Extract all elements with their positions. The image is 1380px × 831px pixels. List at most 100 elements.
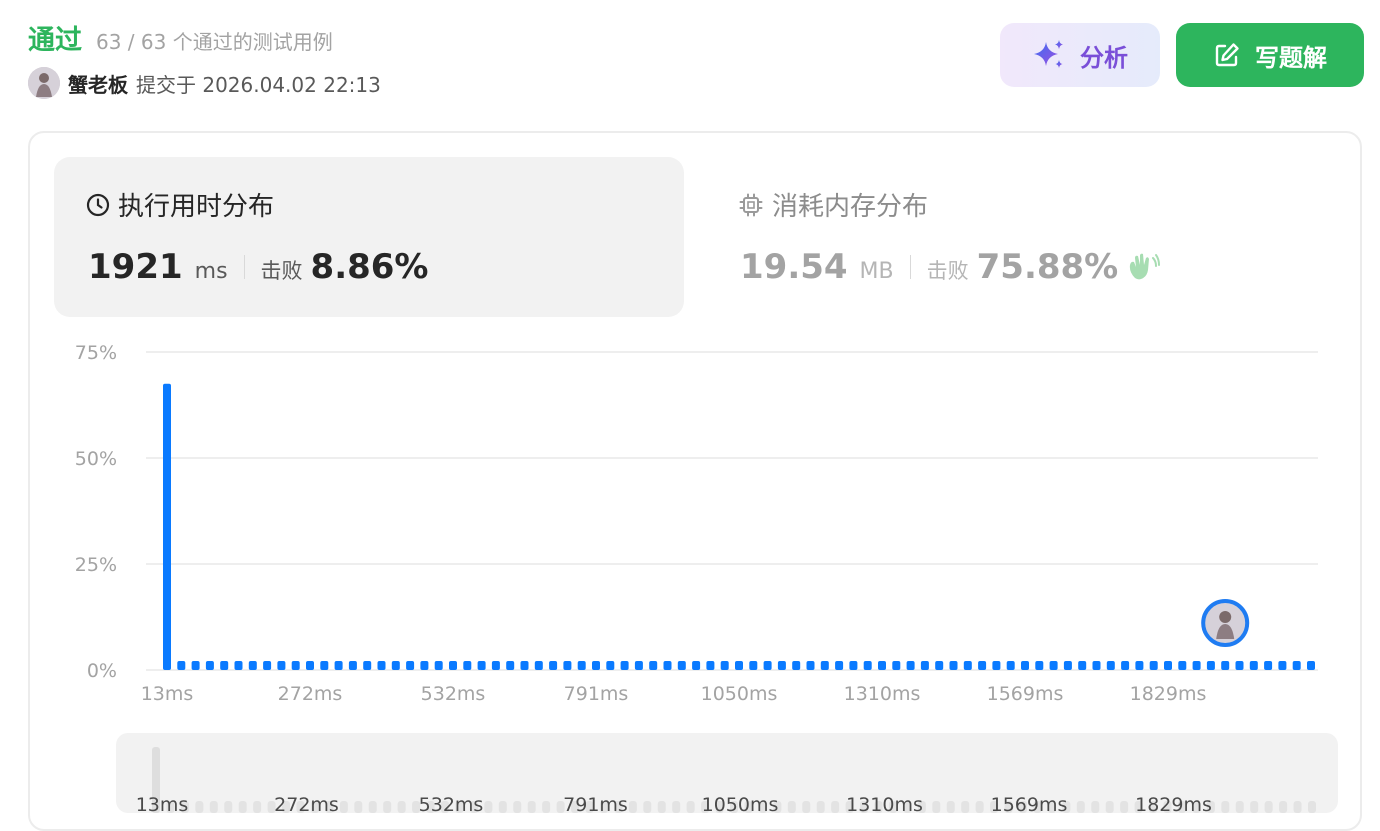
histogram-bar bbox=[263, 661, 272, 670]
histogram-bar bbox=[1164, 661, 1172, 670]
histogram-bar bbox=[191, 661, 200, 670]
mini-bar bbox=[1091, 801, 1100, 813]
memory-title-text: 消耗内存分布 bbox=[772, 192, 929, 222]
mini-bar bbox=[686, 801, 695, 813]
runtime-value: 1921 bbox=[88, 247, 183, 287]
histogram-bar bbox=[634, 661, 643, 670]
mini-bar bbox=[339, 801, 348, 813]
histogram-bar bbox=[1206, 661, 1215, 670]
histogram-bar bbox=[1135, 661, 1144, 670]
analyze-button[interactable]: 分析 bbox=[1000, 23, 1160, 87]
mini-bar bbox=[1264, 801, 1273, 813]
runtime-title-text: 执行用时分布 bbox=[118, 192, 275, 222]
x-tick-label: 1829ms bbox=[1130, 683, 1207, 705]
mini-x-tick-label: 13ms bbox=[136, 794, 189, 813]
mini-bar bbox=[195, 801, 204, 813]
mini-x-tick-label: 1310ms bbox=[846, 794, 923, 813]
histogram-bar bbox=[949, 661, 958, 670]
histogram-bar bbox=[906, 661, 915, 670]
histogram-bar bbox=[1063, 661, 1072, 670]
mini-bar bbox=[484, 801, 493, 813]
histogram-bar bbox=[348, 661, 357, 670]
runtime-stats: 1921 ms 击败 8.86% bbox=[88, 247, 429, 287]
mini-bar bbox=[816, 801, 825, 813]
y-tick-label: 75% bbox=[75, 342, 117, 364]
mini-bar bbox=[628, 801, 637, 813]
mini-bar bbox=[975, 801, 984, 813]
histogram-bar bbox=[792, 661, 801, 670]
clock-icon bbox=[86, 193, 110, 216]
mini-bar bbox=[657, 801, 666, 813]
mini-x-tick-label: 1829ms bbox=[1135, 794, 1212, 813]
mini-bar bbox=[209, 801, 218, 813]
mini-bar bbox=[932, 801, 941, 813]
histogram-bar bbox=[992, 661, 1001, 670]
histogram-bar bbox=[735, 661, 743, 670]
sparkle-icon bbox=[1034, 40, 1063, 68]
user-avatar-head bbox=[1219, 611, 1232, 623]
x-tick-label: 532ms bbox=[421, 683, 486, 705]
runtime-panel[interactable] bbox=[54, 157, 684, 317]
histogram-bar bbox=[1178, 661, 1187, 670]
histogram-bar bbox=[677, 661, 686, 670]
runtime-beat: 8.86% bbox=[310, 247, 429, 287]
histogram-bar bbox=[491, 661, 500, 670]
mini-bar bbox=[1308, 801, 1316, 813]
histogram-bar bbox=[334, 661, 343, 670]
histogram-bar bbox=[1235, 661, 1244, 670]
mini-bar bbox=[224, 801, 233, 813]
histogram-bar bbox=[220, 661, 229, 670]
histogram-bar bbox=[820, 661, 829, 670]
range-slider[interactable]: 13ms 272ms 532ms 791ms 1050ms 1310ms 1569ms 182… bbox=[116, 733, 1338, 813]
mini-bar bbox=[831, 801, 840, 813]
mini-bar bbox=[498, 801, 507, 813]
histogram-bar bbox=[534, 661, 543, 670]
histogram-bar bbox=[963, 661, 972, 670]
memory-title[interactable]: 消耗内存分布 bbox=[738, 186, 928, 223]
memory-unit: MB bbox=[859, 259, 894, 284]
write-solution-button[interactable]: 写题解 bbox=[1176, 23, 1364, 87]
histogram-bar bbox=[563, 661, 572, 670]
mini-bar bbox=[1105, 801, 1114, 813]
x-tick-label: 791ms bbox=[564, 683, 629, 705]
runtime-distribution-chart[interactable]: 75% 50% 25% 0% 13ms 272ms 532ms 791ms 1050ms 1310… bbox=[0, 330, 1380, 720]
histogram-bar bbox=[663, 661, 672, 670]
memory-value: 19.54 bbox=[740, 247, 848, 287]
histogram-bar bbox=[1121, 661, 1130, 670]
histogram-bar bbox=[363, 661, 372, 670]
x-tick-label: 272ms bbox=[278, 683, 343, 705]
histogram-bar bbox=[749, 661, 758, 670]
mini-bar bbox=[253, 801, 262, 813]
mini-bar bbox=[1235, 801, 1244, 813]
status-accepted: 通过 bbox=[28, 25, 82, 56]
histogram-bar bbox=[177, 661, 186, 670]
status-header: 通过 63 / 63 个通过的测试用例 bbox=[28, 18, 333, 57]
x-tick-label: 1310ms bbox=[844, 683, 921, 705]
histogram-bar bbox=[577, 661, 586, 670]
memory-beat-label: 击败 bbox=[926, 259, 969, 283]
mini-bar bbox=[1250, 801, 1259, 813]
histogram-bar bbox=[849, 661, 858, 670]
histogram-bar bbox=[377, 661, 386, 670]
histogram-bar bbox=[620, 661, 629, 670]
mini-bar bbox=[802, 801, 811, 813]
x-tick-label: 13ms bbox=[141, 683, 194, 705]
mini-bar bbox=[672, 801, 681, 813]
histogram-bar bbox=[234, 661, 243, 670]
histogram-bar bbox=[1106, 661, 1115, 670]
runtime-beat-label: 击败 bbox=[260, 259, 303, 283]
histogram-bar bbox=[291, 661, 300, 670]
histogram-bar bbox=[920, 661, 929, 670]
histogram-bar bbox=[434, 661, 443, 670]
username[interactable]: 蟹老板 bbox=[68, 69, 128, 98]
mini-bar bbox=[946, 801, 955, 813]
histogram-bar bbox=[320, 661, 329, 670]
runtime-unit: ms bbox=[194, 259, 228, 284]
submission-info: 蟹老板 提交于 2026.04.02 22:13 bbox=[28, 67, 381, 99]
histogram-bar bbox=[420, 661, 429, 670]
histogram-bar bbox=[1078, 661, 1087, 670]
submit-time: 提交于 2026.04.02 22:13 bbox=[136, 72, 381, 97]
mini-bar bbox=[397, 801, 406, 813]
histogram-bar bbox=[892, 661, 901, 670]
avatar[interactable] bbox=[28, 67, 60, 99]
